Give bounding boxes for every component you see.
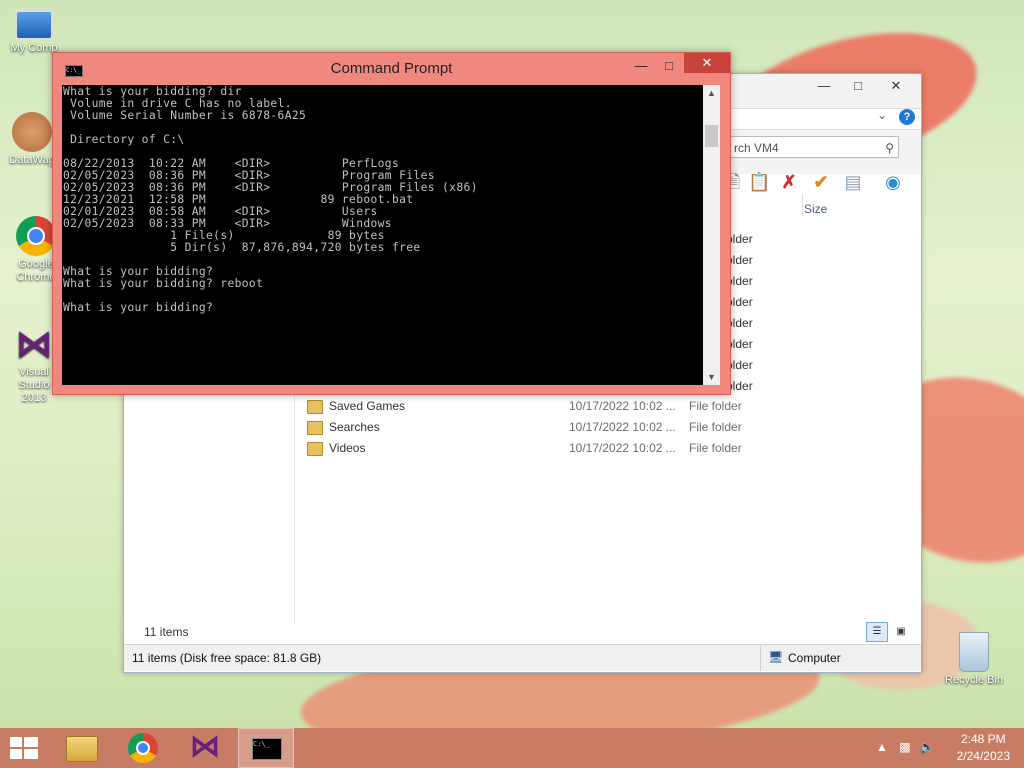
cmd-icon[interactable]: C:\_ xyxy=(65,65,83,77)
file-name: Searches xyxy=(329,420,380,434)
datawag-icon xyxy=(12,112,52,152)
search-input[interactable]: rch VM4 ⚲ xyxy=(729,136,899,158)
chrome-icon xyxy=(16,216,56,256)
taskbar-chrome[interactable] xyxy=(116,728,172,768)
recycle-bin-icon xyxy=(959,632,989,672)
column-separator xyxy=(802,194,803,216)
status-location: Computer xyxy=(788,651,841,665)
file-type: File folder xyxy=(689,441,742,455)
chevron-down-icon[interactable]: ⌄ xyxy=(877,108,887,122)
console-output[interactable]: What is your bidding? dir Volume in driv… xyxy=(62,85,703,385)
list-item[interactable]: Videos 10/17/2022 10:02 ... File folder xyxy=(307,441,907,462)
list-item[interactable]: Saved Games 10/17/2022 10:02 ... File fo… xyxy=(307,399,907,420)
system-tray: ▲ ▩ 🔈 xyxy=(876,740,935,754)
taskbar: ⋈ C:\_ ▲ ▩ 🔈 2:48 PM 2/24/2023 xyxy=(0,728,1024,768)
scroll-up-icon[interactable]: ▲ xyxy=(703,85,720,101)
file-date: 10/17/2022 10:02 ... xyxy=(569,399,676,413)
column-header-size[interactable]: Size xyxy=(804,202,827,216)
computer-icon xyxy=(15,10,53,40)
folder-icon xyxy=(307,441,323,456)
status-bar: 11 items (Disk free space: 81.8 GB) 🖥 Co… xyxy=(124,644,921,671)
clock-time: 2:48 PM xyxy=(960,732,1006,746)
checkmark-icon[interactable]: ✔ xyxy=(810,171,832,193)
minimize-button[interactable]: — xyxy=(810,76,838,96)
clock-date: 2/24/2023 xyxy=(956,749,1010,763)
maximize-button[interactable]: □ xyxy=(844,76,872,96)
desktop-icon-label: Recycle Bin xyxy=(944,674,1004,686)
file-name: Saved Games xyxy=(329,399,406,413)
file-date: 10/17/2022 10:02 ... xyxy=(569,420,676,434)
folder-icon xyxy=(66,736,98,762)
command-prompt-window[interactable]: Command Prompt C:\_ — □ ✕ What is your b… xyxy=(52,52,731,395)
taskbar-file-explorer[interactable] xyxy=(54,728,110,768)
status-text: 11 items (Disk free space: 81.8 GB) xyxy=(132,651,322,665)
scroll-down-icon[interactable]: ▼ xyxy=(703,369,720,385)
maximize-button[interactable]: □ xyxy=(656,57,682,77)
desktop-icon-label: Visual Studio 2013 xyxy=(18,366,50,404)
desktop-icon-my-computer[interactable]: My Comp xyxy=(4,10,64,55)
large-icons-view-button[interactable]: ▣ xyxy=(890,622,912,642)
folder-icon xyxy=(307,399,323,414)
items-count-bar: 11 items ☰ ▣ xyxy=(124,621,921,643)
visual-studio-icon: ⋈ xyxy=(16,323,52,364)
minimize-button[interactable]: — xyxy=(628,57,654,77)
folder-icon xyxy=(307,420,323,435)
search-placeholder: rch VM4 xyxy=(734,141,779,155)
list-item[interactable]: Searches 10/17/2022 10:02 ... File folde… xyxy=(307,420,907,441)
network-icon[interactable]: ▩ xyxy=(899,740,910,754)
delete-icon[interactable]: ✗ xyxy=(778,171,800,193)
windows-logo-icon xyxy=(10,737,38,759)
rename-icon[interactable]: ▤ xyxy=(842,171,864,193)
start-button[interactable] xyxy=(0,728,56,768)
desktop-icon-label: Google Chrome xyxy=(16,258,56,283)
visual-studio-icon: ⋈ xyxy=(190,730,220,763)
close-button[interactable]: ✕ xyxy=(876,76,916,96)
clock[interactable]: 2:48 PM 2/24/2023 xyxy=(957,731,1010,765)
file-name: Videos xyxy=(329,441,366,455)
chrome-icon xyxy=(128,733,158,763)
taskbar-command-prompt[interactable]: C:\_ xyxy=(238,728,294,768)
close-button[interactable]: ✕ xyxy=(684,53,730,73)
desktop-icon-recycle-bin[interactable]: Recycle Bin xyxy=(944,632,1004,687)
show-hidden-icons-icon[interactable]: ▲ xyxy=(876,740,888,754)
item-count: 11 items xyxy=(144,625,189,639)
file-type: File folder xyxy=(689,399,742,413)
scroll-thumb[interactable] xyxy=(705,125,718,147)
volume-icon[interactable]: 🔈 xyxy=(920,740,935,754)
file-type: File folder xyxy=(689,420,742,434)
vertical-scrollbar[interactable]: ▲ ▼ xyxy=(703,85,720,385)
details-view-button[interactable]: ☰ xyxy=(866,622,888,642)
clipboard-icon[interactable]: 📋 xyxy=(748,171,770,193)
cmd-icon: C:\_ xyxy=(252,738,282,760)
taskbar-visual-studio[interactable]: ⋈ xyxy=(178,728,234,768)
search-icon[interactable]: ⚲ xyxy=(885,137,894,159)
help-icon[interactable]: ? xyxy=(899,109,915,125)
file-date: 10/17/2022 10:02 ... xyxy=(569,441,676,455)
computer-icon: 🖥 xyxy=(768,650,784,664)
status-divider xyxy=(760,645,761,671)
console-text: What is your bidding? dir Volume in driv… xyxy=(63,85,478,314)
globe-icon[interactable]: ◉ xyxy=(882,171,904,193)
